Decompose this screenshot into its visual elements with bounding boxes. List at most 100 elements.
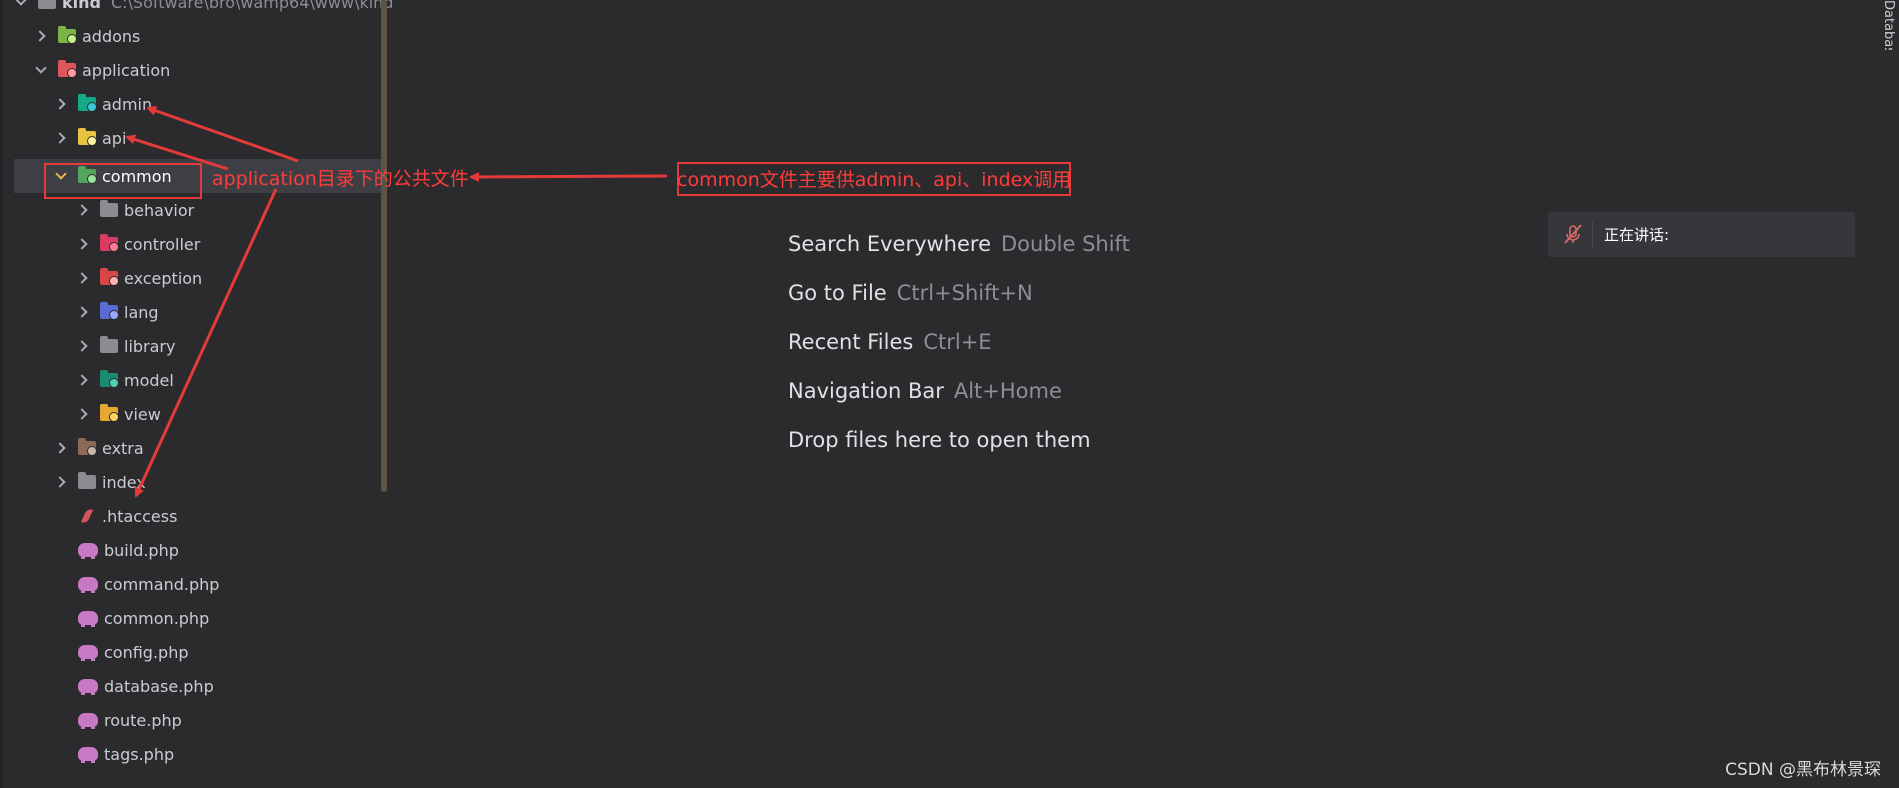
folder-icon xyxy=(38,0,56,9)
php-icon xyxy=(78,611,98,627)
tree-item-label: config.php xyxy=(104,642,189,662)
tree-item-label: application xyxy=(82,60,171,80)
chevron-down-icon[interactable] xyxy=(34,64,46,76)
tree-item-label: build.php xyxy=(104,540,179,560)
chevron-right-icon[interactable] xyxy=(76,306,88,318)
hint-label: Navigation Bar xyxy=(788,379,944,403)
tree-item-label: tags.php xyxy=(104,744,175,764)
tree-item-addons[interactable]: addons xyxy=(0,19,386,53)
folder-icon xyxy=(100,336,118,353)
hint-label: Search Everywhere xyxy=(788,232,991,256)
annotation-text-right: common文件主要供admin、api、index调用 xyxy=(677,169,1072,191)
tree-item-library[interactable]: library xyxy=(0,329,386,363)
tree-item-index[interactable]: index xyxy=(0,465,386,499)
tree-item-label: index xyxy=(102,472,146,492)
database-tool-tab[interactable]: Database xyxy=(1876,0,1896,50)
hint-go-to-file: Go to File Ctrl+Shift+N xyxy=(788,281,1033,305)
chevron-down-icon[interactable] xyxy=(14,0,26,8)
tree-item-label: behavior xyxy=(124,200,195,220)
chevron-right-icon[interactable] xyxy=(76,374,88,386)
tree-item-htaccess[interactable]: .htaccess xyxy=(0,499,386,533)
chevron-right-icon[interactable] xyxy=(76,408,88,420)
chevron-right-icon[interactable] xyxy=(76,340,88,352)
folder-icon xyxy=(100,268,119,286)
tree-item-label: api xyxy=(102,128,127,148)
tree-item-label: lang xyxy=(124,302,159,322)
tree-root-row[interactable]: kind C:\Software\bro\wamp64\www\kind xyxy=(0,0,393,19)
mic-muted-icon[interactable] xyxy=(1562,223,1584,245)
tree-item-label: .htaccess xyxy=(102,506,178,526)
tree-root-name: kind xyxy=(62,0,101,12)
chevron-right-icon[interactable] xyxy=(54,442,66,454)
tree-item-label: common.php xyxy=(104,608,210,628)
php-icon xyxy=(78,679,98,695)
tree-item-label: view xyxy=(124,404,161,424)
tree-item-build-php[interactable]: build.php xyxy=(0,533,386,567)
hint-shortcut: Double Shift xyxy=(1001,232,1130,256)
chevron-right-icon[interactable] xyxy=(54,476,66,488)
chevron-right-icon[interactable] xyxy=(76,272,88,284)
tree-item-config-php[interactable]: config.php xyxy=(0,635,386,669)
hint-shortcut: Ctrl+Shift+N xyxy=(896,281,1033,305)
tree-item-database-php[interactable]: database.php xyxy=(0,669,386,703)
tree-item-command-php[interactable]: command.php xyxy=(0,567,386,601)
tree-item-label: addons xyxy=(82,26,141,46)
arrow-to-left-text xyxy=(469,171,668,182)
hint-label: Go to File xyxy=(788,281,887,305)
folder-icon xyxy=(78,94,97,112)
hint-shortcut: Ctrl+E xyxy=(923,330,992,354)
tree-item-admin[interactable]: admin xyxy=(0,87,386,121)
tree-item-application[interactable]: application xyxy=(0,53,386,87)
folder-icon xyxy=(78,438,97,456)
tree-item-common-php[interactable]: common.php xyxy=(0,601,386,635)
tree-item-label: model xyxy=(124,370,174,390)
chevron-right-icon[interactable] xyxy=(34,30,46,42)
php-icon xyxy=(78,645,98,661)
watermark: CSDN @黑布林景琛 xyxy=(1725,760,1881,780)
tree-item-label: database.php xyxy=(104,676,214,696)
php-icon xyxy=(78,713,98,729)
hint-recent-files: Recent Files Ctrl+E xyxy=(788,330,992,354)
chevron-right-icon[interactable] xyxy=(76,204,88,216)
tree-item-tags-php[interactable]: tags.php xyxy=(0,737,386,771)
php-icon xyxy=(78,747,98,763)
folder-icon xyxy=(100,200,118,217)
tree-root-path: C:\Software\bro\wamp64\www\kind xyxy=(110,0,394,12)
tree-item-view[interactable]: view xyxy=(0,397,386,431)
tree-item-exception[interactable]: exception xyxy=(0,261,386,295)
folder-icon xyxy=(100,404,119,422)
hint-search-everywhere: Search Everywhere Double Shift xyxy=(788,232,1130,256)
hint-navigation-bar: Navigation Bar Alt+Home xyxy=(788,379,1062,403)
tree-item-label: library xyxy=(124,336,176,356)
tree-item-label: controller xyxy=(124,234,201,254)
annotation-text-left: application目录下的公共文件 xyxy=(212,168,469,190)
php-icon xyxy=(78,543,98,559)
hint-label: Drop files here to open them xyxy=(788,428,1091,452)
tree-item-api[interactable]: api xyxy=(0,121,386,155)
tree-item-controller[interactable]: controller xyxy=(0,227,386,261)
annotation-box-common xyxy=(44,163,202,199)
chevron-right-icon[interactable] xyxy=(76,238,88,250)
speaking-indicator: 正在讲话: xyxy=(1548,212,1855,257)
speaking-label: 正在讲话: xyxy=(1604,226,1670,244)
project-tree-panel: kind C:\Software\bro\wamp64\www\kind add… xyxy=(0,0,393,788)
php-icon xyxy=(78,577,98,593)
folder-icon xyxy=(78,472,96,489)
tree-item-label: extra xyxy=(102,438,144,458)
chevron-right-icon[interactable] xyxy=(54,98,66,110)
tree-scrollbar[interactable] xyxy=(381,0,387,492)
hint-shortcut: Alt+Home xyxy=(953,379,1062,403)
tree-item-extra[interactable]: extra xyxy=(0,431,386,465)
feather-icon xyxy=(80,507,94,525)
folder-icon xyxy=(100,234,119,252)
chevron-right-icon[interactable] xyxy=(54,132,66,144)
tree-item-label: exception xyxy=(124,268,203,288)
tree-item-label: route.php xyxy=(104,710,182,730)
hint-label: Recent Files xyxy=(788,330,914,354)
tree-item-model[interactable]: model xyxy=(0,363,386,397)
tree-item-route-php[interactable]: route.php xyxy=(0,703,386,737)
module-folder-icon xyxy=(58,26,77,44)
hint-drop-files: Drop files here to open them xyxy=(788,428,1091,452)
tree-item-lang[interactable]: lang xyxy=(0,295,386,329)
folder-icon xyxy=(78,128,97,146)
